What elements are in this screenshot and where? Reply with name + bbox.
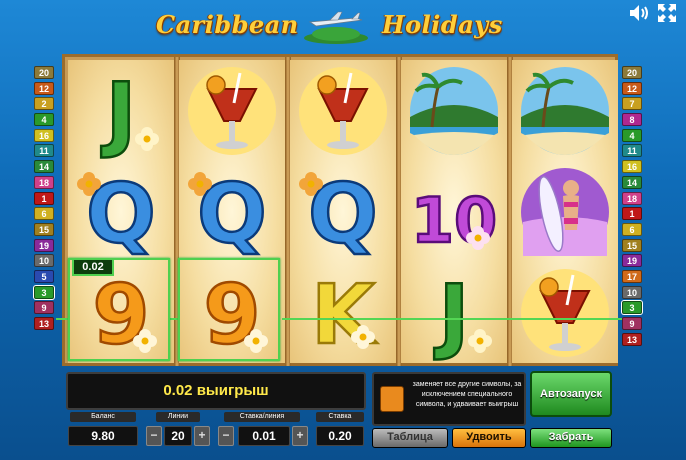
right-line-14: 14 — [622, 175, 642, 189]
left-line-9: 9 — [34, 301, 54, 315]
title-caribbean: Caribbean — [156, 10, 299, 39]
right-line-10: 10 — [622, 285, 642, 299]
symbol-q: Q — [290, 161, 396, 262]
speaker-icon[interactable] — [628, 2, 650, 24]
symbol-q-icon: Q — [77, 165, 157, 260]
payline-right — [282, 318, 622, 320]
game-screen: Caribbean Holidays 20 12 2 4 16 11 14 18 1 6 15 19 1… — [0, 0, 686, 460]
win-message: 0.02 выигрыш — [66, 372, 366, 410]
title-holidays: Holidays — [382, 10, 503, 39]
bet-per-line-label: Ставка/линия — [224, 412, 300, 422]
info-box: заменяет все другие символы, за исключен… — [372, 372, 526, 426]
symbol-k: K — [290, 262, 396, 363]
symbol-cocktail — [290, 60, 396, 161]
symbol-surfer-girl-icon — [521, 167, 609, 256]
right-line-17: 17 — [622, 269, 642, 283]
left-line-11: 11 — [34, 144, 54, 158]
svg-text:K: K — [311, 268, 378, 361]
left-line-1: 1 — [34, 191, 54, 205]
symbol-cocktail-icon — [521, 268, 609, 357]
right-line-3: 3 — [622, 301, 642, 315]
right-line-6: 6 — [622, 222, 642, 236]
right-line-12: 12 — [622, 81, 642, 95]
symbol-10-icon: 10 — [410, 182, 499, 258]
lines-value: 20 — [164, 426, 192, 446]
symbol-j-icon: J — [99, 64, 159, 159]
lines-label: Линии — [156, 412, 200, 422]
left-line-4: 4 — [34, 113, 54, 127]
bet-label: Ставка — [316, 412, 364, 422]
symbol-cocktail — [179, 60, 285, 161]
left-line-5: 5 — [34, 269, 54, 283]
left-line-19: 19 — [34, 238, 54, 252]
left-line-indicators: 20 12 2 4 16 11 14 18 1 6 15 19 10 5 3 9 13 — [34, 66, 54, 333]
right-line-9: 9 — [622, 317, 642, 330]
info-text: заменяет все другие символы, за исключен… — [412, 381, 522, 408]
symbol-cocktail-icon — [188, 66, 276, 155]
svg-text:J: J — [101, 66, 137, 159]
bet-plus-button[interactable]: + — [292, 426, 308, 446]
left-line-2: 2 — [34, 97, 54, 111]
right-line-16: 16 — [622, 160, 642, 174]
right-line-1: 1 — [622, 207, 642, 221]
symbol-10: 10 — [401, 161, 507, 262]
game-logo: Caribbean Holidays — [150, 4, 510, 48]
right-line-18: 18 — [622, 191, 642, 205]
svg-text:J: J — [434, 268, 470, 361]
symbol-j: J — [401, 262, 507, 363]
right-line-11: 11 — [622, 144, 642, 158]
right-line-4: 4 — [622, 128, 642, 142]
right-line-8: 8 — [622, 113, 642, 127]
balance-label: Баланс — [70, 412, 136, 422]
win-highlight-reel2 — [178, 258, 280, 361]
left-line-14: 14 — [34, 160, 54, 174]
symbol-q-icon: Q — [299, 165, 379, 260]
symbol-palms-icon — [410, 66, 498, 155]
lines-minus-button[interactable]: − — [146, 426, 162, 446]
autostart-button[interactable]: Автозапуск — [530, 371, 612, 417]
symbol-surfer-girl — [512, 161, 618, 262]
left-line-16: 16 — [34, 128, 54, 142]
symbol-q: Q — [179, 161, 285, 262]
left-line-15: 15 — [34, 222, 54, 236]
symbol-cocktail — [512, 262, 618, 363]
control-panel: 0.02 выигрыш заменяет все другие символы… — [62, 368, 618, 458]
left-line-12: 12 — [34, 81, 54, 95]
symbol-palms — [401, 60, 507, 161]
right-line-13: 13 — [622, 332, 642, 346]
left-line-3: 3 — [34, 285, 54, 299]
left-line-6: 6 — [34, 207, 54, 221]
symbol-palms — [512, 60, 618, 161]
symbol-j-icon: J — [432, 266, 492, 361]
plane-island-icon — [304, 11, 368, 44]
paytable-button[interactable]: Таблица — [372, 428, 448, 448]
fullscreen-icon[interactable] — [656, 2, 678, 24]
right-line-15: 15 — [622, 238, 642, 252]
line-win-tag: 0.02 — [72, 258, 114, 276]
svg-text:10: 10 — [411, 184, 497, 257]
left-line-10: 10 — [34, 254, 54, 268]
left-line-18: 18 — [34, 175, 54, 189]
right-line-20: 20 — [622, 66, 642, 79]
symbol-j: J — [68, 60, 174, 161]
symbol-palms-icon — [521, 66, 609, 155]
left-line-13: 13 — [34, 317, 54, 330]
balance-value: 9.80 — [68, 426, 138, 446]
double-button[interactable]: Удвоить — [452, 428, 526, 448]
symbol-q-icon: Q — [188, 165, 268, 260]
right-line-indicators: 20 12 7 8 4 11 16 14 18 1 6 15 19 17 10 3 9 13 — [622, 66, 642, 348]
right-line-7: 7 — [622, 97, 642, 111]
symbol-q: Q — [68, 161, 174, 262]
wild-symbol-icon — [380, 386, 404, 412]
take-win-button[interactable]: Забрать — [530, 428, 612, 448]
lines-plus-button[interactable]: + — [194, 426, 210, 446]
symbol-k-icon: K — [310, 266, 380, 361]
symbol-cocktail-icon — [299, 66, 387, 155]
bet-value: 0.20 — [316, 426, 364, 446]
right-line-19: 19 — [622, 254, 642, 268]
bet-minus-button[interactable]: − — [218, 426, 234, 446]
bet-per-line-value: 0.01 — [238, 426, 290, 446]
left-line-20: 20 — [34, 66, 54, 79]
